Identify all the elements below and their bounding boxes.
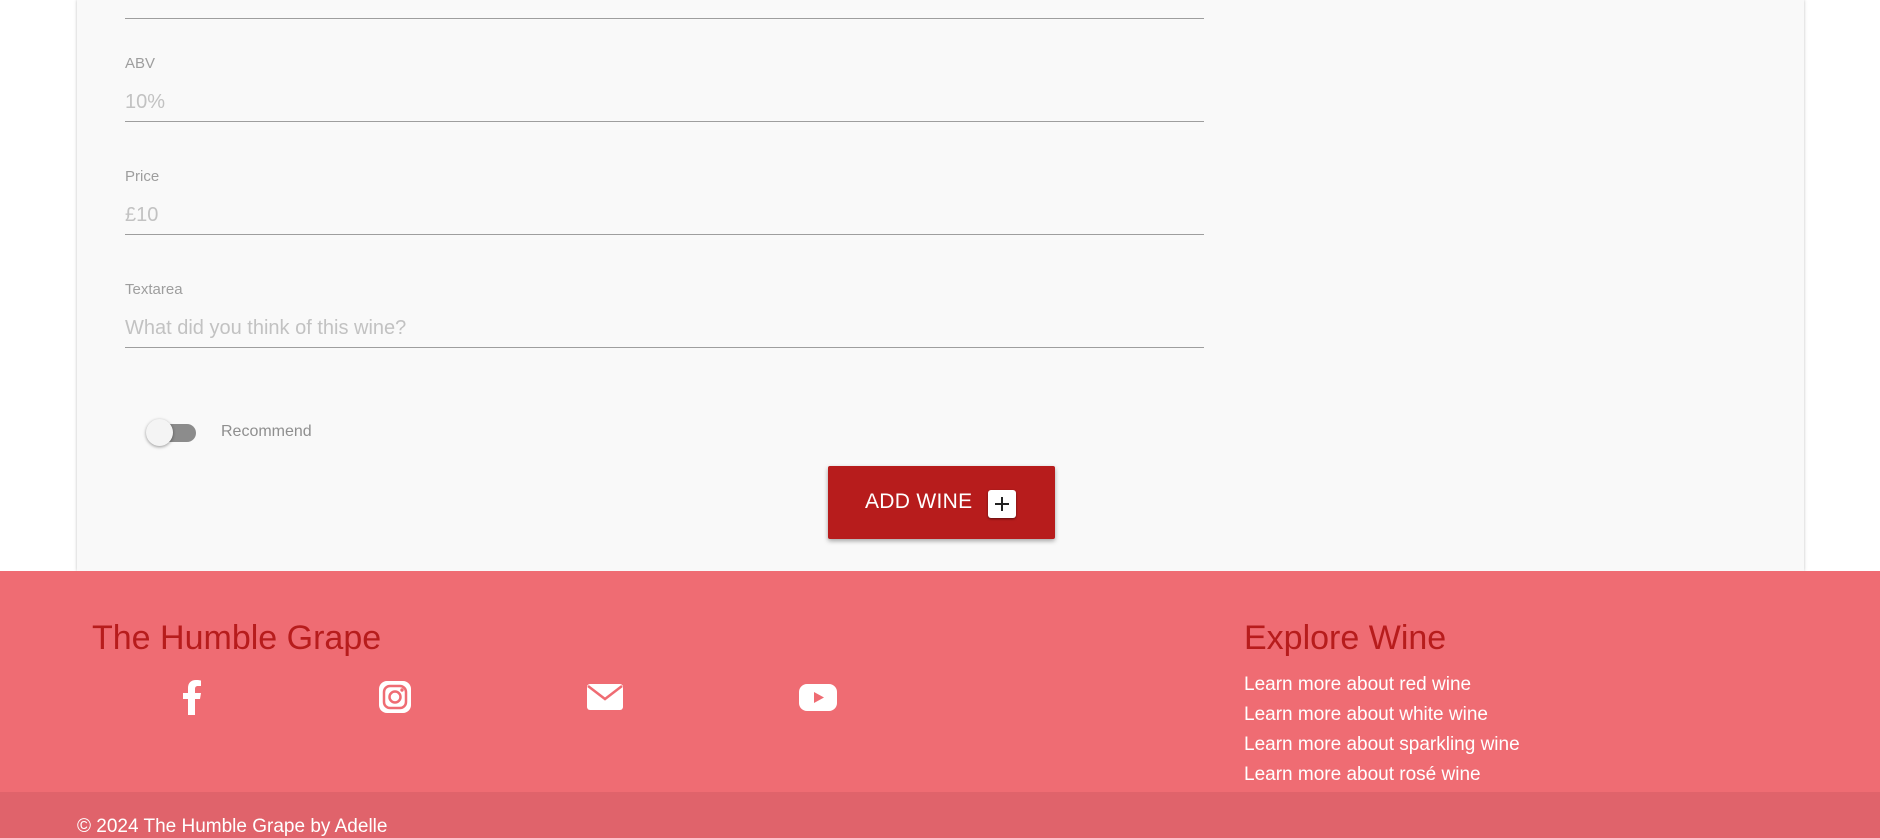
previous-field-underline [125,18,1204,19]
review-label: Textarea [125,281,183,298]
abv-label: ABV [125,55,156,72]
link-rose-wine[interactable]: Learn more about rosé wine [1244,764,1481,786]
toggle-knob[interactable] [146,419,173,446]
copyright-bar: © 2024 The Humble Grape by Adelle [0,792,1880,838]
link-white-wine[interactable]: Learn more about white wine [1244,704,1488,726]
footer: The Humble Grape Explore Wine Learn more… [0,571,1880,792]
instagram-icon[interactable] [375,677,415,717]
review-textarea[interactable] [125,309,1204,348]
add-wine-label: ADD WINE [865,490,973,513]
facebook-icon[interactable] [172,677,212,717]
envelope-icon[interactable] [585,677,625,717]
recommend-label: Recommend [221,423,312,440]
plus-icon [988,490,1016,518]
link-red-wine[interactable]: Learn more about red wine [1244,674,1471,696]
youtube-icon[interactable] [798,677,838,717]
copyright-text: © 2024 The Humble Grape by Adelle [77,816,388,837]
add-wine-button[interactable]: ADD WINE [828,466,1055,539]
explore-wine-title: Explore Wine [1244,619,1447,657]
footer-brand-title: The Humble Grape [92,619,382,657]
price-input[interactable] [125,196,1204,235]
link-sparkling-wine[interactable]: Learn more about sparkling wine [1244,734,1520,756]
price-label: Price [125,168,160,185]
abv-input[interactable] [125,83,1204,122]
